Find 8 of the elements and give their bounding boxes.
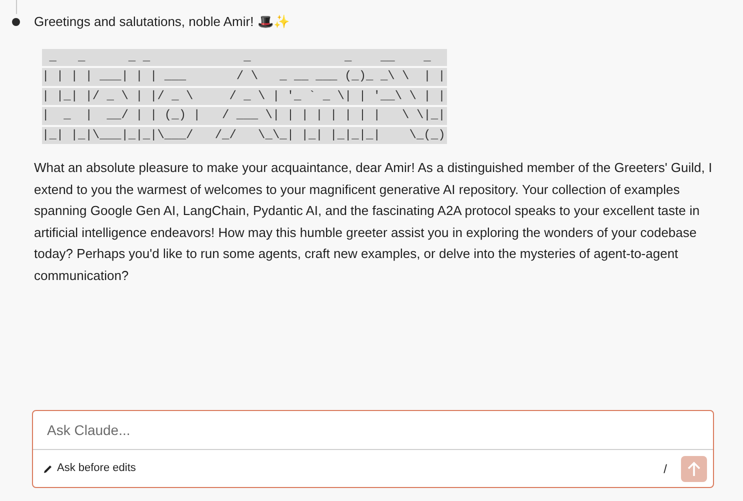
- chat-composer[interactable]: Ask Claude... Ask before edits /: [32, 410, 714, 488]
- arrow-up-icon: [687, 460, 701, 476]
- greeting-text: Greetings and salutations, noble Amir! 🎩✨: [34, 13, 290, 31]
- shortcut-hint: /: [664, 460, 667, 478]
- message-paragraph: What an absolute pleasure to make your acquaintance, dear Amir! As a distinguished member of the Greeters' Guild, I extend to you the warmest of welcomes to your magnificent generative AI repository. Your collection of examples spanning Google Gen AI, LangChain, Pydantic AI, and the fascinating A2A protocol speaks to your excellent taste in artificial intelligence endeavors! How may this humble greeter assist you in exploring the wonders of your codebase today? Perhaps you'd like to run some agents, craft new examples, or delve into the mysteries of agent-to-agent communication?: [34, 159, 714, 284]
- mode-button[interactable]: Ask before edits: [43, 460, 136, 477]
- pencil-icon: [43, 464, 53, 474]
- input-field[interactable]: Ask Claude...: [33, 411, 713, 450]
